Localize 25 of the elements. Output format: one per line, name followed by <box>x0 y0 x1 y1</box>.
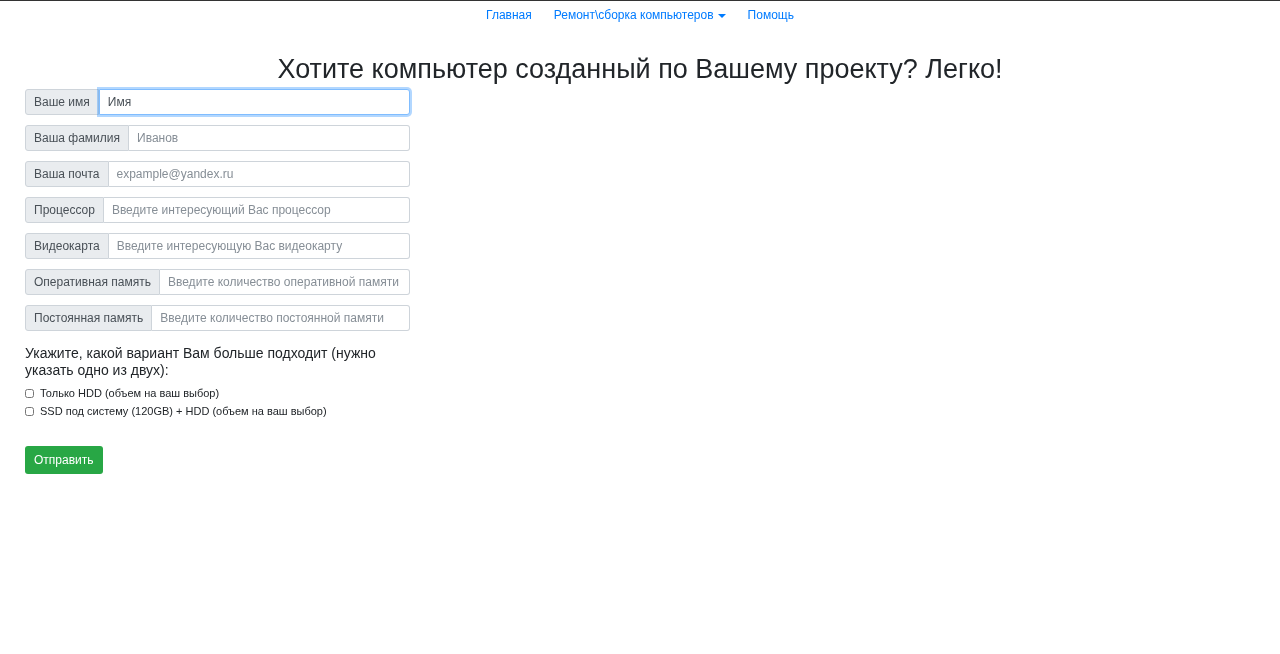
question-text: Укажите, какой вариант Вам больше подходит (нужно указать одно из двух): <box>25 345 377 379</box>
input-field[interactable]: Введите количество постоянной памяти <box>152 305 410 332</box>
field-label: Ваше имя <box>25 89 99 116</box>
submit-button[interactable]: Отправить <box>25 446 103 474</box>
input-field[interactable]: expample@yandex.ru <box>108 161 410 188</box>
nav-link[interactable]: Помощь <box>736 1 805 29</box>
dropdown-toggle-link[interactable]: Ремонт\сборка компьютеров <box>542 1 737 29</box>
field-label: Видеокарта <box>25 233 109 260</box>
checkbox[interactable] <box>25 407 34 417</box>
field-label: Процессор <box>25 197 104 224</box>
field-label: Оперативная память <box>25 269 160 296</box>
checkbox-label: Только HDD (объем на ваш выбор) <box>40 386 220 401</box>
checkbox-label: SSD под систему (120GB) + HDD (объем на ваш выбор) <box>40 404 327 420</box>
input-field[interactable]: Введите интересующую Вас видеокарту <box>108 233 410 260</box>
page-heading: Хотите компьютер созданный по Вашему проекту? Легко! <box>276 53 1004 86</box>
input-field[interactable]: Введите интересующий Вас процессор <box>103 197 410 224</box>
field-label: Ваша почта <box>25 161 109 188</box>
caret-icon <box>717 13 726 18</box>
nav-link[interactable]: Главная <box>475 1 543 29</box>
input-field[interactable]: Имя <box>98 89 410 116</box>
field-label: Постоянная память <box>25 305 153 332</box>
input-field[interactable]: Иванов <box>129 125 410 152</box>
input-field[interactable]: Введите количество оперативной памяти <box>159 269 410 296</box>
checkbox[interactable] <box>25 388 34 398</box>
field-label: Ваша фамилия <box>25 125 129 152</box>
